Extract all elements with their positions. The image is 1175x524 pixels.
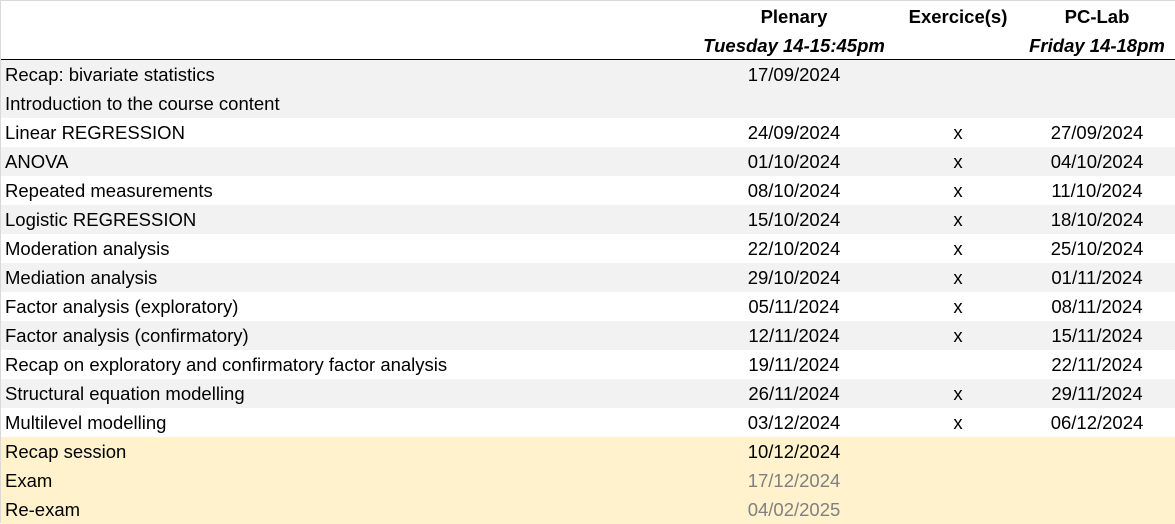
table-row: Exam 17/12/2024 [1,466,1175,495]
plenary-date-cell: 17/12/2024 [747,470,841,491]
table-row: Factor analysis (confirmatory) 12/11/2024… [1,321,1175,350]
table-row: Multilevel modelling 03/12/2024 x 06/12/202… [1,408,1175,437]
table-row: Mediation analysis 29/10/2024 x 01/11/2024 [1,263,1175,292]
header-pclab-title: PC-Lab [1064,6,1130,27]
plenary-date-cell: 05/11/2024 [748,296,840,317]
exercise-cell: x [953,238,963,259]
topic-cell: Mediation analysis [5,267,158,288]
topic-cell: Structural equation modelling [5,383,245,404]
topic-cell: Exam [5,470,53,491]
pclab-date-cell: 01/11/2024 [1051,267,1143,288]
pclab-date-cell: 27/09/2024 [1050,122,1144,143]
pclab-date-cell: 25/10/2024 [1050,238,1144,259]
table-row: ANOVA 01/10/2024 x 04/10/2024 [1,147,1175,176]
header-plenary: Plenary Tuesday 14-15:45pm [694,2,894,60]
header-exercise-title: Exercice(s) [908,6,1008,27]
header-pclab: PC-Lab Friday 14-18pm [1017,2,1175,60]
pclab-date-cell: 29/11/2024 [1051,383,1143,404]
plenary-date-cell: 03/12/2024 [747,412,841,433]
plenary-date-cell: 26/11/2024 [748,383,840,404]
exercise-cell: x [953,180,963,201]
exercise-cell: x [953,296,963,317]
table-row: Recap on exploratory and confirmatory fa… [1,350,1175,379]
topic-cell: Moderation analysis [5,238,170,259]
plenary-date-cell: 19/11/2024 [748,354,840,375]
plenary-date-cell: 04/02/2025 [747,499,841,520]
exercise-cell: x [953,122,963,143]
topic-cell: Linear REGRESSION [5,122,185,143]
table-row: Recap: bivariate statistics 17/09/2024 [1,60,1175,89]
exercise-cell: x [953,325,963,346]
plenary-date-cell: 17/09/2024 [747,64,841,85]
table-row: Recap session 10/12/2024 [1,437,1175,466]
plenary-date-cell: 24/09/2024 [747,122,841,143]
table-row: Repeated measurements 08/10/2024 x 11/10/20… [1,176,1175,205]
header-exercise: Exercice(s) [904,2,1012,31]
topic-cell: Recap on exploratory and confirmatory fa… [5,354,448,375]
header-plenary-title: Plenary [760,6,828,27]
pclab-date-cell: 15/11/2024 [1051,325,1143,346]
table-body: Recap: bivariate statistics 17/09/2024 Int… [1,60,1175,524]
table-row: Moderation analysis 22/10/2024 x 25/10/2024 [1,234,1175,263]
pclab-date-cell: 04/10/2024 [1050,151,1144,172]
pclab-date-cell: 06/12/2024 [1050,412,1144,433]
plenary-date-cell: 08/10/2024 [747,180,841,201]
topic-cell: Recap session [5,441,127,462]
pclab-date-cell: 11/10/2024 [1051,180,1143,201]
table-row: Factor analysis (exploratory) 05/11/2024 x… [1,292,1175,321]
exercise-cell: x [953,209,963,230]
topic-cell: Repeated measurements [5,180,213,201]
topic-cell: Logistic REGRESSION [5,209,197,230]
topic-cell: Factor analysis (exploratory) [5,296,239,317]
pclab-date-cell: 22/11/2024 [1051,354,1143,375]
schedule-table: Plenary Tuesday 14-15:45pm Exercice(s) P… [0,0,1175,524]
topic-cell: Recap: bivariate statistics [5,64,215,85]
table-row: Logistic REGRESSION 15/10/2024 x 18/10/2024 [1,205,1175,234]
table-row: Introduction to the course content [1,89,1175,118]
header-pclab-subtitle: Friday 14-18pm [1029,35,1165,56]
exercise-cell: x [953,267,963,288]
table-header: Plenary Tuesday 14-15:45pm Exercice(s) P… [1,1,1175,60]
topic-cell: ANOVA [5,151,69,172]
topic-cell: Re-exam [5,499,81,520]
exercise-cell: x [953,151,963,172]
plenary-date-cell: 22/10/2024 [747,238,841,259]
plenary-date-cell: 12/11/2024 [748,325,840,346]
plenary-date-cell: 01/10/2024 [747,151,841,172]
pclab-date-cell: 18/10/2024 [1050,209,1144,230]
pclab-date-cell: 08/11/2024 [1051,296,1143,317]
plenary-date-cell: 15/10/2024 [747,209,841,230]
topic-cell: Factor analysis (confirmatory) [5,325,249,346]
exercise-cell: x [953,412,963,433]
table-row: Linear REGRESSION 24/09/2024 x 27/09/2024 [1,118,1175,147]
header-plenary-subtitle: Tuesday 14-15:45pm [703,35,885,56]
table-row: Re-exam 04/02/2025 [1,495,1175,524]
exercise-cell: x [953,383,963,404]
plenary-date-cell: 29/10/2024 [747,267,841,288]
topic-cell: Multilevel modelling [5,412,167,433]
topic-cell: Introduction to the course content [5,93,280,114]
table-row: Structural equation modelling 26/11/2024 x… [1,379,1175,408]
plenary-date-cell: 10/12/2024 [747,441,841,462]
